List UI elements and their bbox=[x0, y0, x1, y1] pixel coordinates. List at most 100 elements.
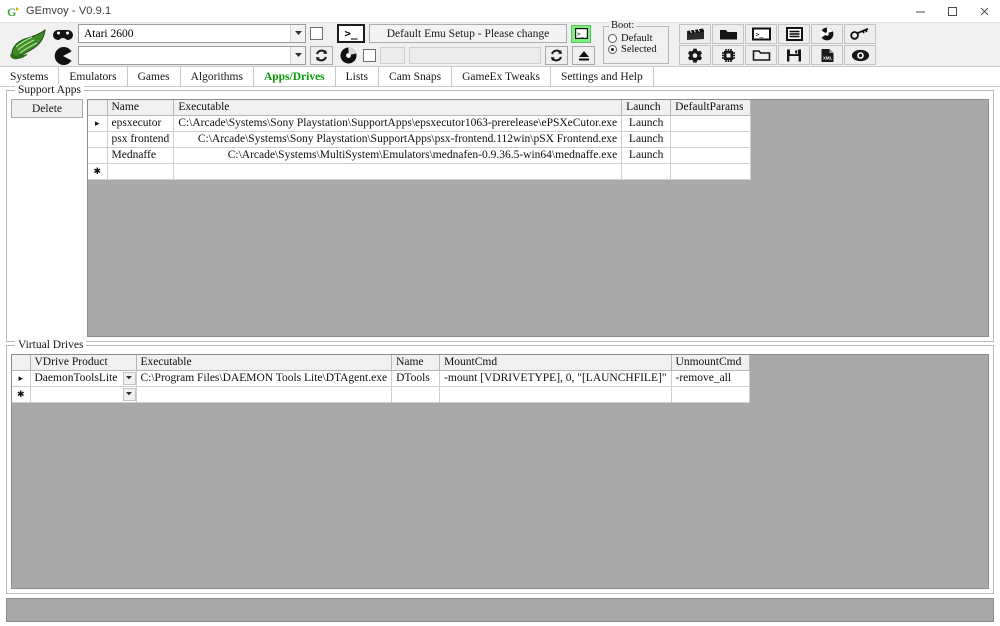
cell-default-params[interactable] bbox=[670, 163, 752, 180]
svg-text:>_: >_ bbox=[755, 31, 763, 39]
cell-executable[interactable] bbox=[136, 386, 393, 403]
virtual-drives-groupbox: Virtual Drives VDrive Product Executable bbox=[6, 339, 994, 594]
cell-default-params[interactable] bbox=[670, 147, 752, 164]
game-combobox[interactable] bbox=[78, 46, 306, 65]
vdrive-refresh-button[interactable] bbox=[545, 46, 568, 65]
col-name[interactable]: Name bbox=[391, 355, 441, 371]
list-icon[interactable] bbox=[778, 24, 810, 44]
emu-setup-controls: >_ Default Emu Setup - Please change >_ bbox=[337, 24, 595, 65]
close-button[interactable] bbox=[968, 0, 1000, 23]
col-default-params[interactable]: DefaultParams bbox=[670, 100, 752, 116]
disc-icon bbox=[337, 46, 359, 65]
tab-lists[interactable]: Lists bbox=[336, 67, 380, 86]
table-row[interactable]: psx frontend C:\Arcade\Systems\Sony Play… bbox=[88, 131, 752, 148]
table-row-new[interactable]: ✱ bbox=[88, 163, 752, 180]
terminal-button[interactable]: >_ bbox=[337, 24, 365, 43]
col-name[interactable]: Name bbox=[107, 100, 175, 116]
minimize-button[interactable] bbox=[904, 0, 936, 23]
cell-executable[interactable]: C:\Program Files\DAEMON Tools Lite\DTAge… bbox=[136, 370, 393, 387]
app-window: G GEmvoy - V0.9.1 Atari 2600 >_ Default … bbox=[0, 0, 1000, 626]
vdrive-path-field[interactable] bbox=[409, 47, 541, 64]
chevron-down-icon[interactable] bbox=[290, 25, 305, 42]
launch-button[interactable] bbox=[621, 163, 672, 180]
support-apps-table: Name Executable Launch DefaultParams ▸ e… bbox=[88, 100, 752, 180]
folder-outline-icon[interactable] bbox=[745, 45, 777, 65]
eye-icon[interactable] bbox=[844, 45, 876, 65]
tab-algorithms[interactable]: Algorithms bbox=[181, 67, 254, 86]
tab-gameex-tweaks[interactable]: GameEx Tweaks bbox=[452, 67, 551, 86]
cell-default-params[interactable] bbox=[670, 131, 752, 148]
tab-games-label: Games bbox=[137, 70, 170, 83]
launch-button[interactable]: Launch bbox=[621, 131, 672, 148]
col-row-marker bbox=[12, 355, 31, 371]
vdrive-letter-field[interactable] bbox=[380, 47, 405, 64]
col-launch[interactable]: Launch bbox=[621, 100, 672, 116]
save-icon[interactable] bbox=[778, 45, 810, 65]
boot-option-default-label: Default bbox=[621, 32, 653, 44]
table-row[interactable]: Mednaffe C:\Arcade\Systems\MultiSystem\E… bbox=[88, 147, 752, 164]
cell-vdrive-product[interactable]: DaemonToolsLite bbox=[30, 370, 137, 387]
chip-icon[interactable] bbox=[712, 45, 744, 65]
cell-name[interactable] bbox=[391, 386, 441, 403]
table-row-new[interactable]: ✱ bbox=[12, 386, 750, 403]
cell-name[interactable] bbox=[107, 163, 175, 180]
cell-executable[interactable] bbox=[173, 163, 623, 180]
tab-games[interactable]: Games bbox=[128, 67, 181, 86]
boot-option-default[interactable]: Default bbox=[604, 33, 668, 44]
virtual-drives-grid[interactable]: VDrive Product Executable Name MountCmd … bbox=[11, 354, 989, 589]
new-row-marker: ✱ bbox=[88, 163, 108, 180]
col-vdrive-product[interactable]: VDrive Product bbox=[30, 355, 137, 371]
cell-default-params[interactable] bbox=[670, 115, 752, 132]
col-executable[interactable]: Executable bbox=[136, 355, 393, 371]
support-apps-groupbox: Support Apps Delete Name Executable Laun… bbox=[6, 84, 994, 342]
cell-mount-cmd[interactable]: -mount [VDRIVETYPE], 0, "[LAUNCHFILE]" bbox=[439, 370, 672, 387]
table-row[interactable]: ▸ epsxecutor C:\Arcade\Systems\Sony Play… bbox=[88, 115, 752, 132]
cell-name[interactable]: psx frontend bbox=[107, 131, 175, 148]
gear-icon[interactable] bbox=[679, 45, 711, 65]
cell-vdrive-product[interactable] bbox=[30, 386, 137, 403]
col-mount-cmd[interactable]: MountCmd bbox=[439, 355, 672, 371]
clapperboard-icon[interactable] bbox=[679, 24, 711, 44]
key-icon[interactable] bbox=[844, 24, 876, 44]
chevron-down-icon[interactable] bbox=[122, 371, 135, 385]
system-combobox[interactable]: Atari 2600 bbox=[78, 24, 306, 43]
chevron-down-icon[interactable] bbox=[290, 47, 305, 64]
cell-name[interactable]: epsxecutor bbox=[107, 115, 175, 132]
cell-unmount-cmd[interactable]: -remove_all bbox=[671, 370, 750, 387]
cell-unmount-cmd[interactable] bbox=[671, 386, 750, 403]
radio-default-icon[interactable] bbox=[608, 33, 617, 43]
console-window-icon[interactable]: >_ bbox=[571, 24, 591, 43]
selector-controls: Atari 2600 bbox=[52, 24, 333, 65]
emu-setup-button[interactable]: Default Emu Setup - Please change bbox=[369, 24, 567, 43]
support-apps-grid[interactable]: Name Executable Launch DefaultParams ▸ e… bbox=[87, 99, 989, 337]
tab-apps-drives[interactable]: Apps/Drives bbox=[254, 67, 336, 86]
cell-executable[interactable]: C:\Arcade\Systems\MultiSystem\Emulators\… bbox=[173, 147, 623, 164]
cell-executable[interactable]: C:\Arcade\Systems\Sony Playstation\Suppo… bbox=[173, 131, 623, 148]
delete-button[interactable]: Delete bbox=[11, 99, 83, 118]
cell-executable[interactable]: C:\Arcade\Systems\Sony Playstation\Suppo… bbox=[173, 115, 623, 132]
terminal-icon[interactable]: >_ bbox=[745, 24, 777, 44]
vdrive-checkbox[interactable] bbox=[363, 49, 376, 62]
cell-name[interactable]: DTools bbox=[391, 370, 441, 387]
boot-option-selected[interactable]: Selected bbox=[604, 44, 668, 55]
disc-wheel-icon[interactable] bbox=[811, 24, 843, 44]
svg-text:XML: XML bbox=[823, 55, 833, 60]
tab-cam-snaps[interactable]: Cam Snaps bbox=[379, 67, 453, 86]
cell-mount-cmd[interactable] bbox=[439, 386, 672, 403]
tab-settings-and-help[interactable]: Settings and Help bbox=[551, 67, 654, 86]
cell-name[interactable]: Mednaffe bbox=[107, 147, 175, 164]
folder-filled-icon[interactable] bbox=[712, 24, 744, 44]
launch-button[interactable]: Launch bbox=[621, 147, 672, 164]
table-row[interactable]: ▸ DaemonToolsLite C:\Program Files\DAEMO… bbox=[12, 370, 750, 387]
radio-selected-icon[interactable] bbox=[608, 44, 617, 54]
xml-file-icon[interactable]: XML bbox=[811, 45, 843, 65]
eject-button[interactable] bbox=[572, 46, 595, 65]
col-row-marker bbox=[88, 100, 108, 116]
col-unmount-cmd[interactable]: UnmountCmd bbox=[671, 355, 750, 371]
chevron-down-icon[interactable] bbox=[122, 387, 135, 401]
col-executable[interactable]: Executable bbox=[173, 100, 623, 116]
refresh-button[interactable] bbox=[310, 46, 333, 65]
system-checkbox[interactable] bbox=[310, 27, 323, 40]
maximize-button[interactable] bbox=[936, 0, 968, 23]
launch-button[interactable]: Launch bbox=[621, 115, 672, 132]
